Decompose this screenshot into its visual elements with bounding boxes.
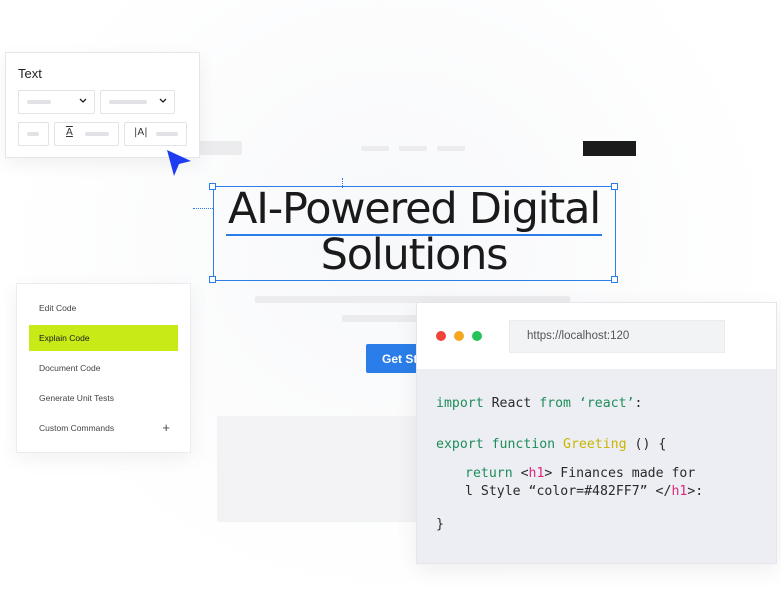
code-line-1: import React from ‘react’:: [436, 396, 643, 411]
ai-actions-menu: Edit Code Explain Code Document Code Gen…: [16, 283, 191, 453]
maximize-dot-icon[interactable]: [472, 331, 482, 341]
headline-line-1: AI-Powered Digital: [228, 184, 601, 234]
chevron-down-icon: [159, 94, 167, 111]
letter-spacing-control[interactable]: |A|: [124, 122, 187, 146]
nav-link-placeholder: [437, 146, 465, 151]
pointer-cursor-icon: [165, 148, 193, 178]
font-family-select[interactable]: [18, 90, 95, 114]
code-body: import React from ‘react’: export functi…: [417, 369, 776, 563]
font-size-input[interactable]: [18, 122, 49, 146]
headline[interactable]: AI-Powered Digital Solutions: [214, 186, 614, 278]
nav-placeholder-left: [198, 141, 242, 155]
text-underline-marker: [226, 234, 602, 236]
nav-cta-placeholder: [583, 141, 636, 156]
chevron-down-icon: [79, 94, 87, 111]
text-size-icon: |A|: [134, 127, 148, 138]
code-line-4: l Style “color=#482FF7” </h1>:: [465, 484, 704, 499]
menu-item-edit-code[interactable]: Edit Code: [29, 295, 178, 321]
code-line-2: export function Greeting () {: [436, 437, 667, 452]
address-bar-url: https://localhost:120: [527, 330, 630, 342]
minimize-dot-icon[interactable]: [454, 331, 464, 341]
menu-item-explain-code[interactable]: Explain Code: [29, 325, 178, 351]
plus-icon[interactable]: +: [162, 420, 170, 435]
line-height-control[interactable]: A: [54, 122, 119, 146]
font-weight-select[interactable]: [100, 90, 175, 114]
nav-link-placeholder: [361, 146, 389, 151]
menu-item-generate-unit-tests[interactable]: Generate Unit Tests: [29, 385, 178, 411]
alignment-guide-horizontal: [193, 208, 213, 209]
content-block-placeholder: [217, 416, 417, 522]
text-align-icon: A: [66, 127, 73, 138]
text-format-panel: Text A |A|: [5, 52, 200, 158]
address-bar[interactable]: https://localhost:120: [509, 320, 725, 353]
code-line-3: return <h1> Finances made for: [465, 466, 696, 481]
text-panel-title: Text: [18, 66, 42, 81]
nav-link-placeholder: [399, 146, 427, 151]
menu-item-custom-commands[interactable]: Custom Commands +: [29, 415, 178, 441]
code-editor-window: https://localhost:120 import React from …: [416, 302, 777, 564]
headline-line-2: Solutions: [320, 230, 509, 280]
menu-item-document-code[interactable]: Document Code: [29, 355, 178, 381]
code-line-5: }: [436, 517, 444, 532]
close-dot-icon[interactable]: [436, 331, 446, 341]
code-window-header: https://localhost:120: [417, 303, 776, 369]
subtitle-placeholder: [342, 315, 422, 322]
